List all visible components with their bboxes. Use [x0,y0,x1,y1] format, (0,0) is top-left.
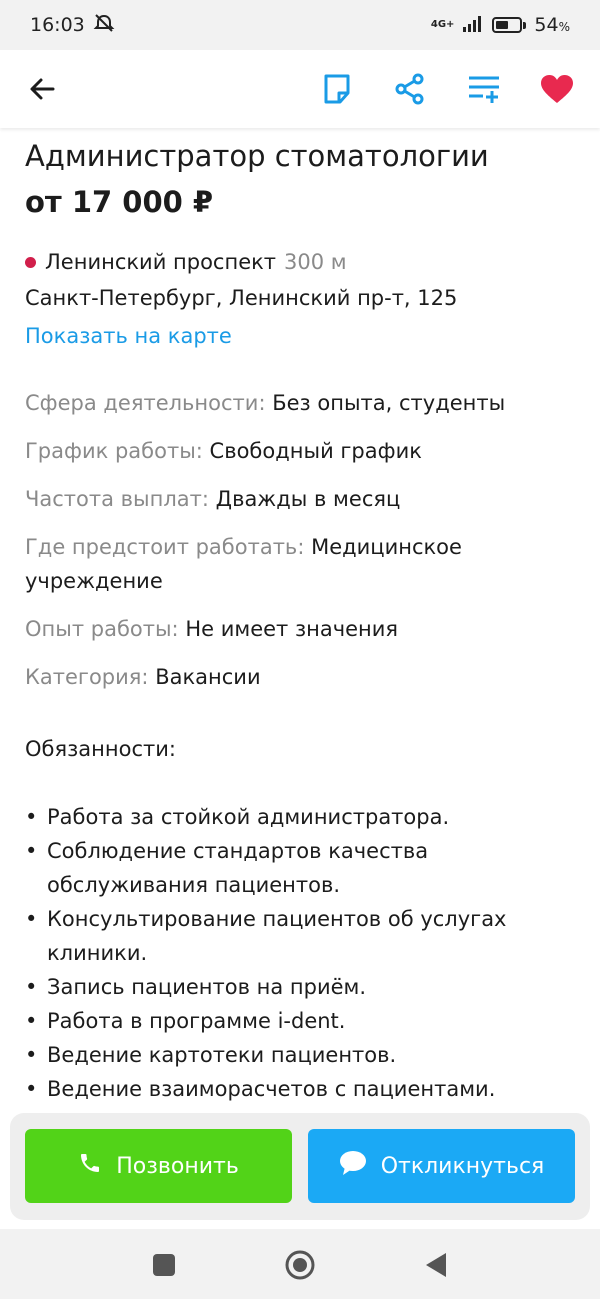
system-nav-bar [0,1229,600,1299]
attribute-value: Дважды в месяц [215,487,401,511]
duty-item: Ведение картотеки пациентов. [25,1038,585,1072]
share-icon[interactable] [386,65,434,113]
duty-item: Ведение взаиморасчетов с пациентами. [25,1072,585,1106]
attribute-row: Где предстоит работать: Медицинское учре… [25,530,585,598]
signal-icon [462,14,484,37]
home-icon[interactable] [282,1247,318,1283]
metro-station-name: Ленинский проспект [45,250,277,274]
salary: от 17 000 ₽ [25,185,214,219]
attribute-value: Вакансии [155,665,261,689]
battery-icon [492,17,527,33]
top-toolbar [0,50,600,128]
duty-item: Работа в программе i-dent. [25,1004,585,1038]
duties-heading: Обязанности: [25,737,176,761]
attribute-value: Без опыта, студенты [272,391,506,415]
metro-dot-icon [25,256,36,268]
call-button-label: Позвонить [116,1153,239,1179]
attribute-label: График работы: [25,439,203,463]
do-not-disturb-icon [93,13,115,38]
clock: 16:03 [30,14,85,36]
chat-bubble-icon [339,1150,367,1182]
call-button[interactable]: Позвонить [25,1129,292,1203]
attribute-label: Опыт работы: [25,617,179,641]
attribute-row: Категория: Вакансии [25,660,585,694]
status-right: 4G+ 54% [431,14,570,37]
duty-item: Запись пациентов на приём. [25,970,585,1004]
metro-distance: 300 м [284,250,347,274]
action-bar: Позвонить Откликнуться [10,1113,590,1220]
attribute-row: Опыт работы: Не имеет значения [25,612,585,646]
duty-item: Работа за стойкой администратора. [25,800,585,834]
metro-station: Ленинский проспект 300 м [25,248,585,276]
battery-percent: 54% [534,14,570,36]
page-title: Администратор стоматологии [25,139,489,173]
respond-button-label: Откликнуться [380,1153,545,1179]
phone-icon [78,1151,102,1181]
note-icon[interactable] [313,65,361,113]
duty-item: Соблюдение стандартов качества обслужива… [25,834,585,902]
attribute-row: Сфера деятельности: Без опыта, студенты [25,386,585,420]
description: Обязанности: Работа за стойкой администр… [25,732,585,1106]
filter-add-icon[interactable] [460,65,508,113]
duty-item: Консультирование пациентов об услугах кл… [25,902,585,970]
recent-apps-icon[interactable] [146,1247,182,1283]
attribute-label: Где предстоит работать: [25,535,305,559]
status-bar: 16:03 4G+ 54% [0,0,600,50]
address: Санкт-Петербург, Ленинский пр-т, 125 [25,286,458,310]
attribute-row: Частота выплат: Дважды в месяц [25,482,585,516]
attribute-label: Частота выплат: [25,487,209,511]
vacancy-content: Администратор стоматологии от 17 000 ₽ Л… [25,128,585,1113]
attribute-label: Сфера деятельности: [25,391,266,415]
attribute-row: График работы: Свободный график [25,434,585,468]
attribute-value: Свободный график [209,439,422,463]
attribute-value: Не имеет значения [185,617,399,641]
attribute-label: Категория: [25,665,149,689]
network-type: 4G+ [430,19,455,30]
status-left: 16:03 [30,13,115,38]
back-icon[interactable] [418,1247,454,1283]
back-arrow-icon[interactable] [18,65,66,113]
attributes-list: Сфера деятельности: Без опыта, студенты … [25,386,585,694]
heart-icon[interactable] [533,65,581,113]
show-on-map-link[interactable]: Показать на карте [25,322,585,350]
respond-button[interactable]: Откликнуться [308,1129,575,1203]
